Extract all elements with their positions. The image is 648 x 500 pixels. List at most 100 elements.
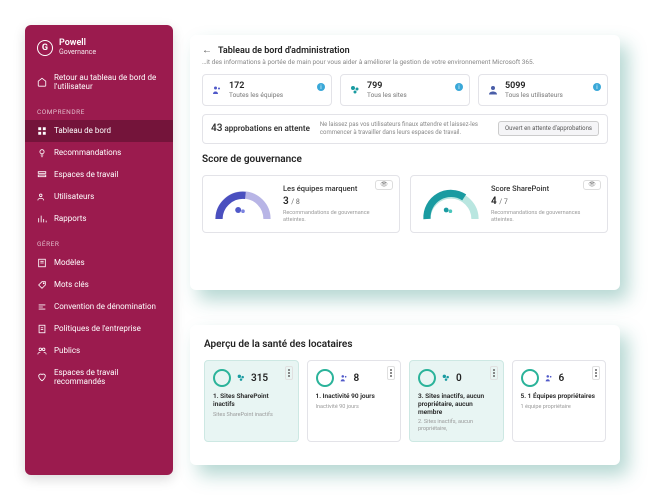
- health-card-inactivity-90[interactable]: 8 1. Inactivité 90 jours Inactivité 90 j…: [307, 360, 402, 442]
- sharepoint-icon: [349, 84, 361, 96]
- approvals-count: 43 approbations en attente: [211, 123, 310, 134]
- info-icon[interactable]: i: [455, 83, 463, 91]
- sidebar-section-gerer: GÉRER: [25, 230, 173, 252]
- sidebar-item-recommendations[interactable]: Recommandations: [25, 142, 173, 164]
- approvals-banner: 43 approbations en attente Ne laissez pa…: [202, 114, 608, 144]
- info-icon[interactable]: i: [317, 83, 325, 91]
- heart-icon: [37, 372, 47, 382]
- more-icon[interactable]: [592, 366, 600, 380]
- naming-icon: [37, 302, 47, 312]
- stat-card-sites[interactable]: 799 Tous les sites i: [340, 74, 470, 106]
- tenant-health-panel: Aperçu de la santé des locataires 315 1.…: [190, 325, 620, 465]
- sidebar-item-label: Espaces de travail recommandés: [54, 368, 161, 387]
- teams-icon: [544, 373, 554, 383]
- info-icon[interactable]: i: [593, 83, 601, 91]
- tag-icon: [37, 280, 47, 290]
- sidebar-item-label: Politiques de l'entreprise: [54, 324, 141, 334]
- sidebar-item-dashboard[interactable]: Tableau de bord: [25, 120, 173, 142]
- health-subtitle: 1 équipe propriétaire: [521, 404, 598, 411]
- health-title: 1. Inactivité 90 jours: [316, 393, 393, 401]
- stat-label: Tous les sites: [367, 91, 407, 99]
- stat-value: 5099: [505, 81, 563, 91]
- users-icon: [37, 192, 47, 202]
- gauge-arc-icon: [213, 185, 273, 223]
- sidebar-item-audiences[interactable]: Publics: [25, 340, 173, 362]
- sidebar-item-label: Utilisateurs: [54, 192, 94, 202]
- health-value: 6: [559, 373, 565, 384]
- brand-subtitle: Governance: [59, 49, 96, 57]
- health-subtitle: Sites SharePoint inactifs: [213, 412, 290, 419]
- sidebar-item-label: Publics: [54, 346, 80, 356]
- health-title: 3. Sites inactifs, aucun propriétaire, a…: [418, 393, 495, 416]
- gauge-arc-icon: [421, 185, 481, 223]
- approvals-description: Ne laissez pas vos utilisateurs finaux a…: [320, 121, 488, 137]
- health-title: 5. 1 Équipes propriétaires: [521, 393, 598, 401]
- ring-icon: [213, 369, 231, 387]
- brand-logo-icon: G: [37, 40, 53, 56]
- workspaces-icon: [37, 170, 47, 180]
- home-icon: [37, 77, 47, 87]
- sidebar-item-keywords[interactable]: Mots clés: [25, 274, 173, 296]
- template-icon: [37, 258, 47, 268]
- health-card-team-owners[interactable]: 6 5. 1 Équipes propriétaires 1 équipe pr…: [512, 360, 607, 442]
- sidebar-item-recommended-workspaces[interactable]: Espaces de travail recommandés: [25, 362, 173, 393]
- sidebar-item-label: Tableau de bord: [54, 126, 111, 136]
- sidebar-item-reports[interactable]: Rapports: [25, 208, 173, 230]
- gauge-subtitle: Recommandations de gouvernance atteintes…: [283, 210, 389, 224]
- health-card-no-owner[interactable]: 0 3. Sites inactifs, aucun propriétaire,…: [409, 360, 504, 442]
- sidebar-item-label: Convention de dénomination: [54, 302, 156, 312]
- admin-dashboard-panel: ← Tableau de bord d'administration …it d…: [190, 35, 620, 290]
- health-value: 0: [456, 373, 462, 384]
- stat-card-users[interactable]: 5099 Tous les utilisateurs i: [478, 74, 608, 106]
- gauge-score: 4 / 7: [491, 196, 597, 207]
- sidebar-item-label: Recommandations: [54, 148, 121, 158]
- sharepoint-icon: [236, 373, 246, 383]
- sidebar-item-templates[interactable]: Modèles: [25, 252, 173, 274]
- sidebar-item-label: Espaces de travail: [54, 170, 118, 180]
- open-approvals-button[interactable]: Ouvert en attente d'approbations: [498, 121, 599, 136]
- tenant-health-cards: 315 1. Sites SharePoint inactifs Sites S…: [204, 360, 606, 442]
- audience-icon: [37, 346, 47, 356]
- back-arrow-icon[interactable]: ←: [202, 45, 212, 56]
- health-title: 1. Sites SharePoint inactifs: [213, 393, 290, 409]
- gauge-card-teams: 👁 Les équipes marquent 3 / 8 Recommandat…: [202, 175, 400, 233]
- reports-icon: [37, 214, 47, 224]
- stat-card-teams[interactable]: 172 Toutes les équipes i: [202, 74, 332, 106]
- gauge-title: Score SharePoint: [491, 184, 597, 193]
- more-icon[interactable]: [285, 366, 293, 380]
- health-card-inactive-sites[interactable]: 315 1. Sites SharePoint inactifs Sites S…: [204, 360, 299, 442]
- stat-value: 799: [367, 81, 407, 91]
- policy-icon: [37, 324, 47, 334]
- teams-icon: [211, 84, 223, 96]
- sharepoint-icon: [441, 373, 451, 383]
- sidebar-item-policies[interactable]: Politiques de l'entreprise: [25, 318, 173, 340]
- sidebar: G Powell Governance Retour au tableau de…: [25, 25, 173, 475]
- governance-score-title: Score de gouvernance: [202, 154, 608, 165]
- gauge-score: 3 / 8: [283, 196, 389, 207]
- user-icon: [487, 84, 499, 96]
- view-icon[interactable]: 👁: [375, 180, 393, 190]
- ring-icon: [316, 369, 334, 387]
- more-icon[interactable]: [387, 366, 395, 380]
- stat-label: Tous les utilisateurs: [505, 91, 563, 99]
- sidebar-item-users[interactable]: Utilisateurs: [25, 186, 173, 208]
- gauge-card-sharepoint: 👁 Score SharePoint 4 / 7 Recommandations…: [410, 175, 608, 233]
- stat-cards-row: 172 Toutes les équipes i 799 Tous les si…: [202, 74, 608, 106]
- sidebar-item-label: Mots clés: [54, 280, 89, 290]
- sidebar-item-workspaces[interactable]: Espaces de travail: [25, 164, 173, 186]
- health-value: 315: [251, 373, 268, 384]
- dashboard-icon: [37, 126, 47, 136]
- governance-gauges: 👁 Les équipes marquent 3 / 8 Recommandat…: [202, 175, 608, 233]
- sidebar-section-comprendre: COMPRENDRE: [25, 98, 173, 120]
- health-subtitle: Inactivité 90 jours: [316, 404, 393, 411]
- sidebar-item-naming[interactable]: Convention de dénomination: [25, 296, 173, 318]
- view-icon[interactable]: 👁: [583, 180, 601, 190]
- teams-icon: [339, 373, 349, 383]
- tenant-health-title: Aperçu de la santé des locataires: [204, 339, 606, 350]
- gauge-subtitle: Recommandations de gouvernances atteinte…: [491, 210, 597, 224]
- more-icon[interactable]: [490, 366, 498, 380]
- sidebar-item-label: Rapports: [54, 214, 86, 224]
- health-value: 8: [354, 373, 360, 384]
- sidebar-item-label: Modèles: [54, 258, 85, 268]
- sidebar-return-link[interactable]: Retour au tableau de bord de l'utilisate…: [25, 67, 173, 98]
